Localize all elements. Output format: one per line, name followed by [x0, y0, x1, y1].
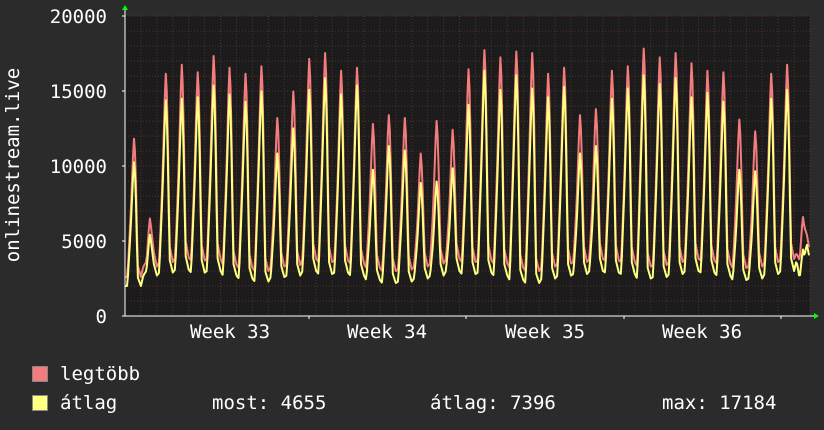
y-tick-label: 5000	[61, 231, 107, 253]
x-tick-label: Week 34	[347, 321, 427, 343]
y-tick-label: 10000	[50, 156, 107, 178]
x-axis-arrow-icon	[814, 313, 819, 319]
y-tick-label: 20000	[50, 6, 107, 28]
x-ticks: Week 33 Week 34 Week 35 Week 36	[190, 316, 782, 343]
chart: 05000100001500020000 Week 33 Week 34 Week …	[2, 5, 819, 343]
y-tick-label: 0	[96, 306, 107, 328]
x-tick-label: Week 35	[505, 321, 585, 343]
y-axis-label: onlinestream.live	[2, 68, 24, 262]
y-axis-arrow-icon	[122, 5, 128, 10]
y-tick-label: 15000	[50, 81, 107, 103]
y-ticks: 0 5000 10000 15000 20000	[50, 6, 125, 328]
x-tick-label: Week 33	[190, 321, 270, 343]
x-tick-label: Week 36	[662, 321, 742, 343]
